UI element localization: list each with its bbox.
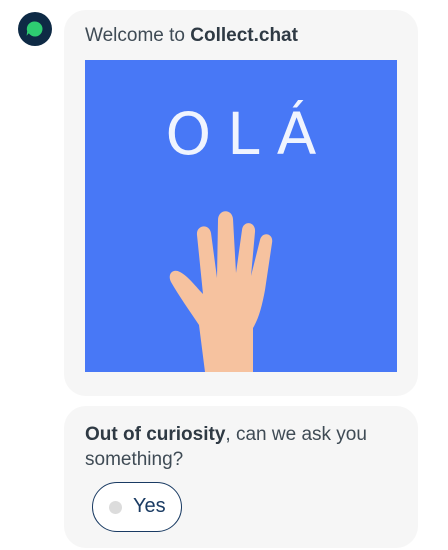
welcome-text: Welcome to Collect.chat [85,25,298,47]
chat-bubble-icon [26,21,43,37]
welcome-prefix: Welcome to [85,25,191,46]
brand-name: Collect.chat [190,25,298,46]
question-message-bubble: Out of curiosity, can we ask you somethi… [64,406,418,548]
question-bold: Out of curiosity [85,424,226,445]
chat-window: Welcome to Collect.chat OLÁ Out of curio… [0,0,448,550]
question-text: Out of curiosity, can we ask you somethi… [85,422,395,472]
welcome-message-bubble: Welcome to Collect.chat OLÁ [64,10,418,396]
bot-avatar [18,12,52,46]
waving-hand-icon [169,211,273,372]
yes-option-label: Yes [133,495,166,517]
welcome-image: OLÁ [85,60,397,372]
radio-dot-icon [109,501,122,514]
yes-option-button[interactable]: Yes [92,482,182,532]
